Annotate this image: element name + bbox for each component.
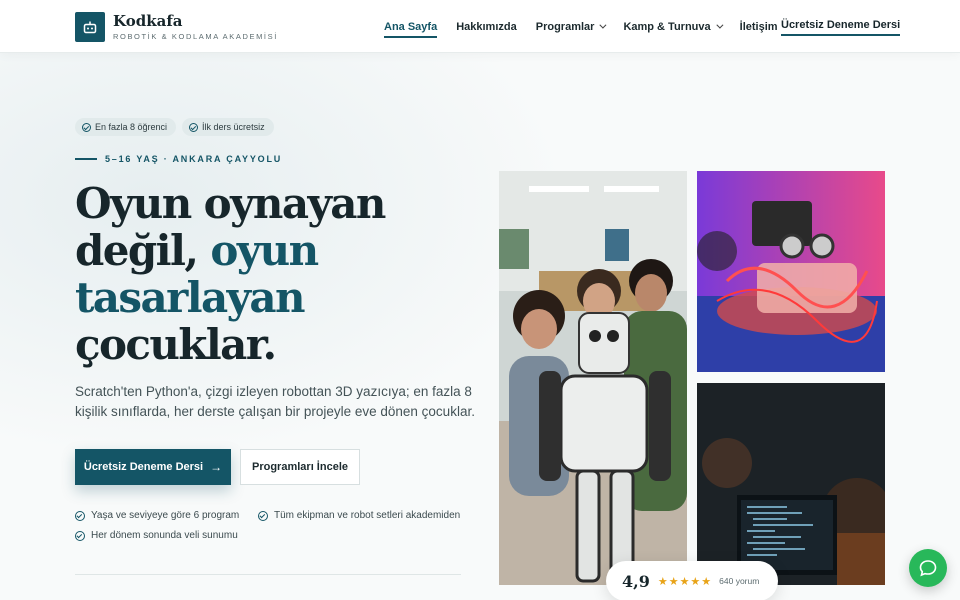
robot-car-photo (697, 171, 885, 372)
main-nav: Ana Sayfa Hakkımızda Programlar Kamp & T… (384, 0, 797, 53)
rating-score: 4,9 (622, 571, 650, 591)
review-count: 640 yorum (719, 576, 760, 586)
nav-camp[interactable]: Kamp & Turnuva (623, 0, 724, 53)
hero-eyebrow: 5–16 YAŞ · ANKARA ÇAYYOLU (75, 154, 282, 164)
feature-equipment: Tüm ekipman ve robot setleri akademiden (258, 510, 460, 521)
nav-contact[interactable]: İletişim (740, 0, 778, 53)
robot-icon (75, 12, 105, 42)
star-rating-icon: ★★★★★ (657, 575, 713, 588)
kids-robot-photo (499, 171, 687, 585)
rating-card: 4,9 ★★★★★ 640 yorum (606, 561, 778, 600)
hero-divider (75, 574, 461, 575)
chat-bubble-icon (919, 560, 937, 577)
brand-tagline: ROBOTİK & KODLAMA AKADEMİSİ (113, 32, 278, 41)
feature-parent-demo: Her dönem sonunda veli sunumu (75, 530, 238, 541)
coding-screen-photo (697, 383, 885, 585)
badge-class-size: En fazla 8 öğrenci (75, 118, 177, 136)
chat-button[interactable] (909, 549, 947, 587)
hero-badges: En fazla 8 öğrenci İlk ders ücretsiz (75, 118, 280, 136)
feature-programs: Yaşa ve seviyeye göre 6 program (75, 510, 239, 521)
hero-lead: Scratch'ten Python'a, çizgi izleyen robo… (75, 384, 475, 419)
brand-name: Kodkafa (113, 12, 183, 30)
check-circle-icon (258, 510, 268, 521)
check-circle-icon (75, 530, 85, 541)
header-trial-cta[interactable]: Ücretsiz Deneme Dersi (781, 19, 901, 36)
check-circle-icon (75, 510, 85, 521)
nav-about[interactable]: Hakkımızda (456, 0, 517, 53)
view-programs-button[interactable]: Programları İncele (240, 449, 360, 485)
nav-home[interactable]: Ana Sayfa (384, 0, 438, 53)
logo[interactable]: Kodkafa ROBOTİK & KODLAMA AKADEMİSİ (75, 12, 278, 42)
site-header: Kodkafa ROBOTİK & KODLAMA AKADEMİSİ Ana … (0, 0, 960, 53)
chevron-down-icon (599, 21, 607, 29)
hero-title: Oyun oynayan değil, oyun tasarlayan çocu… (75, 179, 386, 369)
badge-free-lesson: İlk ders ücretsiz (182, 118, 274, 136)
arrow-right-icon: → (210, 460, 223, 474)
trial-lesson-button[interactable]: Ücretsiz Deneme Dersi → (75, 449, 231, 485)
check-circle-icon (189, 122, 199, 132)
nav-programs[interactable]: Programlar (536, 0, 607, 53)
check-circle-icon (82, 122, 91, 132)
chevron-down-icon (716, 21, 724, 29)
